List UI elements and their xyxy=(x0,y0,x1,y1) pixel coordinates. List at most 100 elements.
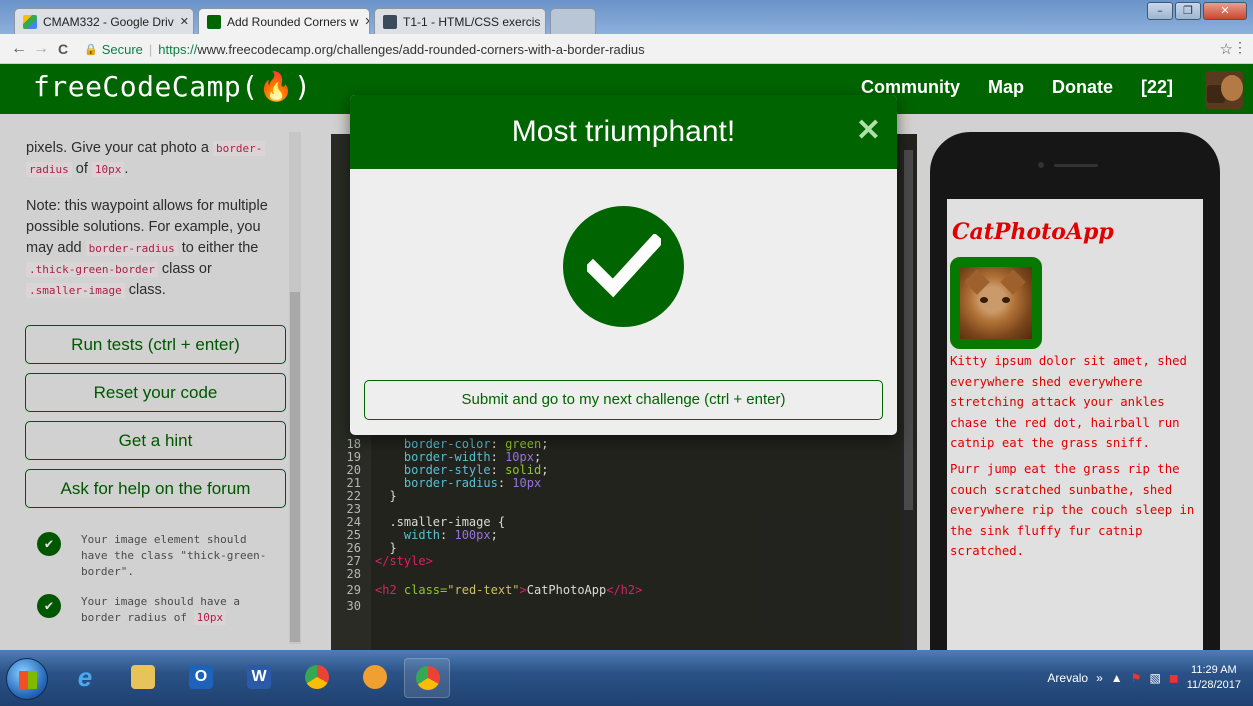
tab-google-drive[interactable]: CMAM332 - Google Driv ✕ xyxy=(14,8,194,34)
code-line: 20 border-style: solid; xyxy=(346,463,549,477)
run-tests-button[interactable]: Run tests (ctrl + enter) xyxy=(25,325,286,364)
lock-icon: 🔒 xyxy=(84,43,98,56)
preview-screen: CatPhotoApp Kitty ipsum dolor sit amet, … xyxy=(947,199,1203,659)
tab-label: Add Rounded Corners w xyxy=(227,14,359,29)
word-icon: W xyxy=(247,665,271,689)
fcc-logo[interactable]: freeCodeCamp(🔥) xyxy=(33,70,311,103)
slides-icon xyxy=(383,14,397,29)
tray-overflow-icon[interactable]: » xyxy=(1096,671,1103,685)
tab-add-rounded-corners[interactable]: Add Rounded Corners w ✕ xyxy=(198,8,370,34)
folder-icon xyxy=(131,665,155,689)
test-text: Your image element should have the class… xyxy=(81,533,267,578)
submit-next-challenge-button[interactable]: Submit and go to my next challenge (ctrl… xyxy=(364,380,883,420)
url-separator: | xyxy=(148,41,153,57)
url-text: www.freecodecamp.org/challenges/add-roun… xyxy=(197,41,645,57)
flag-icon[interactable]: ⚑ xyxy=(1131,671,1142,685)
system-tray: Arevalo » ▲ ⚑ ▧ ◼ 11:29 AM 11/28/2017 xyxy=(1047,650,1253,706)
taskbar-chrome-active-button[interactable] xyxy=(404,658,450,698)
tab-label: T1-1 - HTML/CSS exercis xyxy=(403,14,541,29)
taskbar-outlook-button[interactable]: O xyxy=(178,658,224,698)
code-line: 19 border-width: 10px; xyxy=(346,450,542,464)
nav-links: Community Map Donate [22] xyxy=(861,77,1173,98)
editor-scrollbar[interactable] xyxy=(902,150,915,650)
challenge-instructions: pixels. Give your cat photo a border-rad… xyxy=(26,138,288,317)
code-line: 21 border-radius: 10px xyxy=(346,476,542,490)
test-text: Your image should have a border radius o… xyxy=(81,595,240,625)
bookmark-star-icon[interactable]: ☆ xyxy=(1220,40,1233,58)
start-button[interactable] xyxy=(6,658,48,700)
forward-button[interactable]: → xyxy=(30,40,52,58)
code-line: 24 .smaller-image { xyxy=(346,515,506,529)
minimize-button[interactable]: – xyxy=(1147,2,1173,20)
check-icon: ✔ xyxy=(37,594,61,618)
instructions-scrollbar[interactable] xyxy=(289,132,301,644)
clock-time: 11:29 AM xyxy=(1191,664,1237,676)
tab-label: CMAM332 - Google Driv xyxy=(43,14,174,29)
code-line: 29 <h2 class="red-text">CatPhotoApp</h2> xyxy=(346,583,643,597)
nav-link-map[interactable]: Map xyxy=(988,77,1024,98)
window-controls: – ❐ ✕ xyxy=(1147,2,1247,20)
close-icon[interactable]: ✕ xyxy=(856,113,881,148)
url-input[interactable]: 🔒 Secure | https://www.freecodecamp.org/… xyxy=(84,38,1214,60)
phone-camera xyxy=(1038,162,1044,168)
tab-t1-1[interactable]: T1-1 - HTML/CSS exercis ✕ xyxy=(374,8,546,34)
code-line: 30 xyxy=(346,599,361,613)
taskbar-app-button[interactable] xyxy=(352,658,398,698)
get-hint-button[interactable]: Get a hint xyxy=(25,421,286,460)
ask-forum-button[interactable]: Ask for help on the forum xyxy=(25,469,286,508)
back-button[interactable]: ← xyxy=(8,40,30,58)
test-result: ✔ Your image should have a border radius… xyxy=(37,594,271,626)
code-line: 22 } xyxy=(346,489,397,503)
new-tab-button[interactable] xyxy=(550,8,596,34)
secure-label: Secure xyxy=(101,41,143,57)
code-line: 18 border-color: green; xyxy=(346,437,549,451)
code-line: 25 width: 100px; xyxy=(346,528,498,542)
code-line: 23 xyxy=(346,502,361,516)
taskbar-word-button[interactable]: W xyxy=(236,658,282,698)
clock[interactable]: 11:29 AM 11/28/2017 xyxy=(1187,663,1241,693)
taskbar-explorer-button[interactable] xyxy=(120,658,166,698)
points-counter[interactable]: [22] xyxy=(1141,77,1173,98)
reload-button[interactable]: C xyxy=(52,41,74,57)
code-line: 28 xyxy=(346,567,361,581)
windows-taskbar: e O W Arevalo » ▲ ⚑ ▧ ◼ 11:29 AM 11/28/2… xyxy=(0,650,1253,706)
nav-link-donate[interactable]: Donate xyxy=(1052,77,1113,98)
network-icon[interactable]: ▧ xyxy=(1149,671,1160,685)
phone-speaker xyxy=(1054,164,1098,167)
maximize-button[interactable]: ❐ xyxy=(1175,2,1201,20)
success-check-icon xyxy=(563,206,684,327)
close-icon[interactable]: ✕ xyxy=(364,15,369,28)
chrome-icon xyxy=(416,666,440,690)
google-drive-icon xyxy=(23,14,37,29)
preview-title: CatPhotoApp xyxy=(952,219,1114,245)
taskbar-ie-button[interactable]: e xyxy=(62,658,108,698)
phone-preview: CatPhotoApp Kitty ipsum dolor sit amet, … xyxy=(930,132,1220,692)
instructions-panel: pixels. Give your cat photo a border-rad… xyxy=(0,114,305,650)
modal-title: Most triumphant! xyxy=(511,115,736,148)
window-close-button[interactable]: ✕ xyxy=(1203,2,1247,20)
success-modal: Most triumphant! ✕ Submit and go to my n… xyxy=(350,95,897,435)
fox-app-icon xyxy=(363,665,387,689)
browser-tab-bar: CMAM332 - Google Driv ✕ Add Rounded Corn… xyxy=(0,0,1253,34)
volume-icon[interactable]: ◼ xyxy=(1169,671,1179,685)
instruction-paragraph: pixels. Give your cat photo a border-rad… xyxy=(26,138,288,180)
outlook-icon: O xyxy=(189,665,213,689)
preview-paragraph: Purr jump eat the grass rip the couch sc… xyxy=(950,462,1195,558)
taskbar-chrome-button[interactable] xyxy=(294,658,340,698)
modal-header: Most triumphant! ✕ xyxy=(350,95,897,169)
chrome-icon xyxy=(305,665,329,689)
tray-user-label: Arevalo xyxy=(1047,671,1089,685)
url-scheme: https:// xyxy=(158,41,198,57)
browser-menu-icon[interactable]: ⋮ xyxy=(1233,39,1247,56)
reset-code-button[interactable]: Reset your code xyxy=(25,373,286,412)
code-line: 27 </style> xyxy=(346,554,433,568)
check-icon: ✔ xyxy=(37,532,61,556)
internet-explorer-icon: e xyxy=(77,662,93,692)
show-hidden-icons-icon[interactable]: ▲ xyxy=(1111,671,1123,685)
note-paragraph: Note: this waypoint allows for multiple … xyxy=(26,198,268,298)
close-icon[interactable]: ✕ xyxy=(180,15,189,28)
avatar[interactable] xyxy=(1205,71,1243,109)
preview-paragraph: Kitty ipsum dolor sit amet, shed everywh… xyxy=(950,354,1187,450)
clock-date: 11/28/2017 xyxy=(1186,679,1241,691)
cat-photo xyxy=(950,257,1042,349)
